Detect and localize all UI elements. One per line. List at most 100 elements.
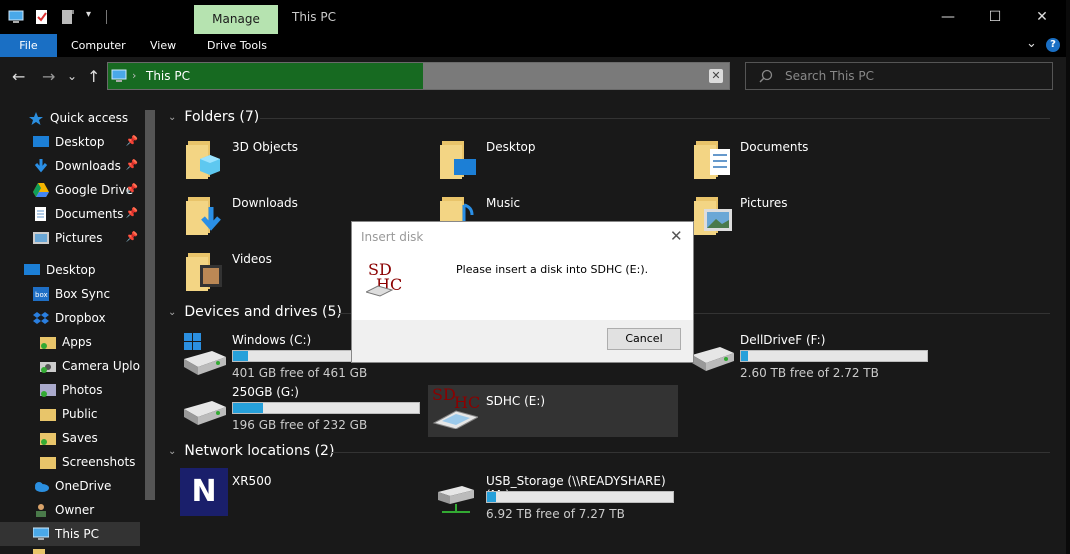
desktop-icon: [24, 263, 40, 277]
folder-icon: [40, 407, 56, 421]
network-item-usb-storage[interactable]: USB_Storage (\\READYSHARE) (M:) 6.92 TB …: [432, 470, 682, 522]
dialog-close-button[interactable]: ✕: [670, 227, 683, 245]
folder-desktop[interactable]: Desktop: [434, 133, 674, 183]
ribbon-tabs: File Computer View Drive Tools ⌄ ?: [0, 34, 1066, 57]
search-icon: [759, 69, 773, 86]
desktop-folder-icon: [438, 137, 478, 179]
sidebar-item-label: OneDrive: [55, 479, 112, 493]
this-pc-icon[interactable]: [8, 9, 24, 25]
sidebar-item-photos[interactable]: Photos: [0, 378, 140, 402]
videos-folder-icon: [184, 249, 224, 291]
sidebar-item-saves[interactable]: Saves: [0, 426, 140, 450]
sidebar-item-onedrive[interactable]: OneDrive: [0, 474, 140, 498]
new-folder-icon[interactable]: [60, 9, 76, 25]
pictures-icon: [33, 231, 49, 245]
netgear-logo-icon: N: [180, 468, 228, 516]
sidebar-item-dropbox[interactable]: Dropbox: [0, 306, 140, 330]
toolbar-divider: [106, 10, 107, 24]
chevron-down-icon: ⌄: [168, 306, 177, 318]
folder-documents[interactable]: Documents: [688, 133, 928, 183]
folder-name: 3D Objects: [232, 140, 299, 154]
onedrive-icon: [33, 479, 49, 493]
star-icon: [28, 111, 44, 125]
help-icon[interactable]: ?: [1046, 38, 1060, 52]
tab-computer[interactable]: Computer: [71, 34, 126, 57]
sidebar-item-label: This PC: [55, 527, 99, 541]
search-input[interactable]: Search This PC: [785, 69, 874, 83]
title-bar: ▾ Manage This PC — ☐ ✕: [0, 0, 1066, 34]
sidebar-item-quick-access[interactable]: Quick access: [0, 106, 140, 130]
sidebar-item-apps[interactable]: Apps: [0, 330, 140, 354]
section-folders[interactable]: ⌄ Folders (7): [168, 109, 259, 125]
camera-icon: [40, 359, 56, 373]
properties-icon[interactable]: [34, 9, 50, 25]
sidebar-item-downloads[interactable]: Downloads 📌: [0, 154, 140, 178]
tab-drive-tools[interactable]: Drive Tools: [207, 34, 267, 57]
sidebar-item-owner[interactable]: Owner: [0, 498, 140, 522]
close-button[interactable]: ✕: [1019, 0, 1065, 34]
sidebar-item-label: Documents: [55, 207, 124, 221]
maximize-button[interactable]: ☐: [972, 0, 1018, 34]
folder-name: Desktop: [486, 140, 536, 154]
dialog-title-bar: Insert disk ✕: [352, 222, 693, 250]
sidebar-item-label: Desktop: [46, 263, 96, 277]
back-button[interactable]: ←: [12, 67, 25, 86]
sidebar-item-screenshots[interactable]: Screenshots: [0, 450, 140, 474]
photos-icon: [40, 383, 56, 397]
tab-file[interactable]: File: [0, 34, 57, 57]
forward-button[interactable]: →: [42, 67, 55, 86]
sidebar-item-documents[interactable]: Documents 📌: [0, 202, 140, 226]
search-box[interactable]: Search This PC: [745, 62, 1053, 90]
3d-objects-folder-icon: [184, 137, 224, 179]
section-network-locations[interactable]: ⌄ Network locations (2): [168, 443, 334, 459]
sidebar-item-label: Dropbox: [55, 311, 106, 325]
sidebar-item-this-pc[interactable]: This PC: [0, 522, 140, 546]
sidebar-item-google-drive[interactable]: Google Drive 📌: [0, 178, 140, 202]
up-button[interactable]: ↑: [87, 67, 100, 86]
stop-loading-icon[interactable]: ✕: [709, 69, 723, 83]
manage-tab[interactable]: Manage: [194, 5, 278, 34]
documents-icon: [33, 207, 49, 221]
sidebar-item-desktop-pinned[interactable]: Desktop 📌: [0, 130, 140, 154]
pin-icon: 📌: [125, 184, 138, 195]
folder-name: Pictures: [740, 196, 788, 210]
drive-sdhc-e[interactable]: SD HC SDHC (E:): [428, 385, 678, 437]
window-title: This PC: [292, 10, 336, 24]
chevron-down-icon: ⌄: [168, 111, 177, 123]
cancel-button[interactable]: Cancel: [607, 328, 681, 350]
sidebar-item-desktop[interactable]: Desktop: [0, 258, 140, 282]
sidebar-item-label: Public: [62, 407, 98, 421]
minimize-button[interactable]: —: [925, 0, 971, 34]
sidebar-item-label: Pictures: [55, 231, 103, 245]
sidebar-item-public[interactable]: Public: [0, 402, 140, 426]
downloads-folder-icon: [184, 193, 224, 235]
synced-folder-icon: [40, 431, 56, 445]
sidebar-scrollbar[interactable]: [145, 110, 155, 500]
drive-250gb-g[interactable]: 250GB (G:) 196 GB free of 232 GB: [180, 381, 430, 433]
drive-name: SDHC (E:): [486, 394, 546, 408]
section-title: Devices and drives (5): [184, 304, 342, 320]
sidebar-item-box-sync[interactable]: box Box Sync: [0, 282, 140, 306]
section-devices-and-drives[interactable]: ⌄ Devices and drives (5): [168, 304, 342, 320]
sidebar-item-label: Saves: [62, 431, 98, 445]
sidebar-item-pictures[interactable]: Pictures 📌: [0, 226, 140, 250]
navigation-bar: ← → ⌄ ↑ › This PC ✕ Search This PC: [0, 57, 1066, 95]
folder-3d-objects[interactable]: 3D Objects: [180, 133, 420, 183]
address-bar[interactable]: › This PC ✕: [107, 62, 730, 90]
this-pc-icon: [32, 527, 50, 541]
customize-toolbar-icon[interactable]: ▾: [86, 9, 96, 25]
breadcrumb[interactable]: This PC: [146, 69, 190, 83]
collapse-ribbon-icon[interactable]: ⌄: [1026, 36, 1037, 51]
recent-locations-button[interactable]: ⌄: [67, 69, 77, 83]
sidebar-item-label: Box Sync: [55, 287, 111, 301]
sidebar-item-camera-uploads[interactable]: Camera Upload: [0, 354, 140, 378]
hard-drive-icon: [182, 385, 228, 429]
hard-drive-icon: [690, 333, 736, 377]
breadcrumb-chevron-icon[interactable]: ›: [132, 69, 136, 82]
network-item-xr500[interactable]: N XR500: [178, 468, 428, 520]
synced-folder-icon: [40, 335, 56, 349]
insert-disk-dialog: Insert disk ✕ SD HC Please insert a disk…: [351, 221, 694, 363]
tab-view[interactable]: View: [150, 34, 176, 57]
folder-pictures[interactable]: Pictures: [688, 189, 928, 239]
drive-delldrivef-f[interactable]: DellDriveF (F:) 2.60 TB free of 2.72 TB: [688, 329, 938, 381]
